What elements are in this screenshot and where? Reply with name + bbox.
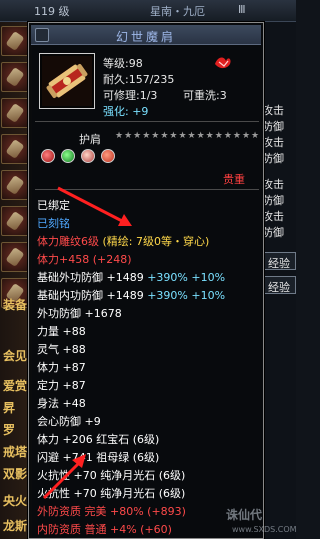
item-repairable: 可修理:1/3	[103, 89, 158, 102]
equip-slot-icon[interactable]	[1, 242, 29, 272]
sidebar-label: 罗	[3, 423, 16, 437]
equip-slot-icon[interactable]	[1, 134, 29, 164]
equip-slot-icon[interactable]	[1, 26, 29, 56]
equip-slot-icon[interactable]	[1, 206, 29, 236]
stat-base: 体力+458	[37, 253, 90, 266]
sidebar-label: 双影	[3, 467, 28, 481]
shoulder-pad-icon	[42, 56, 92, 106]
stat-line: 外功防御 +1678	[37, 307, 122, 320]
rarity-label: 贵重	[223, 173, 245, 186]
stat-label: 攻击	[262, 104, 284, 117]
divider	[35, 121, 259, 122]
gem-source: 祖母绿 (6级)	[96, 451, 160, 464]
socket-gem-moonstone-icon	[101, 149, 115, 163]
aptitude-value: 普通 +4% (+60)	[84, 523, 172, 536]
item-durability: 耐久:157/235	[103, 73, 175, 86]
seal-name: 体力雕纹6级	[37, 235, 99, 248]
seal-detail: (精绘: 7级0等・穿心)	[102, 235, 210, 248]
sidebar-label: 装备	[3, 298, 28, 312]
equip-slot-icon[interactable]	[1, 170, 29, 200]
stat-label: 攻击	[262, 136, 284, 149]
stat-extra: +390% +10%	[147, 271, 226, 284]
gem-source: 红宝石 (6级)	[96, 433, 160, 446]
stat-line: 火抗性 +70 纯净月光石 (6级)	[37, 467, 185, 483]
stat-line: 闪避 +741 祖母绿 (6级)	[37, 449, 159, 465]
socket-gem-green-icon	[61, 149, 75, 163]
stat-line: 会心防御 +9	[37, 415, 101, 428]
gem-source: 纯净月光石 (6级)	[100, 487, 186, 500]
game-top-bar: 119 级 星南・九厄 Ⅲ	[0, 0, 296, 22]
stat-label: 防御	[262, 120, 284, 133]
stat-line: 火抗性 +70 纯净月光石 (6级)	[37, 485, 185, 501]
gem-source: 纯净月光石 (6级)	[100, 469, 186, 482]
stat-label: 防御	[262, 226, 284, 239]
bound-status: 已绑定	[37, 199, 70, 212]
aptitude-label: 内防资质	[37, 523, 81, 536]
exp-box[interactable]: 经验	[264, 276, 296, 294]
sidebar-label: 爱赏	[3, 379, 28, 393]
socket-gem-moonstone-icon	[81, 149, 95, 163]
stat-base: 体力 +206	[37, 433, 93, 446]
location-text: 星南・九厄	[150, 5, 205, 18]
stat-label: 攻击	[262, 178, 284, 191]
stat-label: 防御	[262, 152, 284, 165]
strengthen-label: 强化:	[103, 105, 129, 118]
sidebar-label: 戒塔	[3, 445, 28, 459]
item-tooltip: 幻世魔肩 等级:98 耐久:157/235 可修理:1/3 可重洗:3 强化: …	[28, 22, 264, 539]
player-level-text: 119 级	[34, 5, 70, 18]
item-slot-type: 护肩	[79, 133, 101, 146]
aptitude-value: 完美 +80% (+893)	[84, 505, 186, 518]
sidebar-label: 央火	[3, 494, 28, 508]
stat-line: 力量 +88	[37, 325, 86, 338]
item-strengthen: 强化: +9	[103, 103, 148, 119]
stat-line: 灵气 +88	[37, 343, 86, 356]
item-icon	[39, 53, 95, 109]
stat-line: 基础内功防御 +1489 +390% +10%	[37, 287, 225, 303]
seal-line: 体力雕纹6级 (精绘: 7级0等・穿心)	[37, 233, 209, 249]
socket-gem-red-icon	[41, 149, 55, 163]
stat-base: 火抗性 +70	[37, 469, 97, 482]
stat-line: 基础外功防御 +1489 +390% +10%	[37, 269, 225, 285]
stat-line: 定力 +87	[37, 379, 86, 392]
top-right-text: Ⅲ	[238, 3, 246, 16]
item-level: 等级:98	[103, 57, 143, 70]
stat-extra: +390% +10%	[147, 289, 226, 302]
equip-slot-icon[interactable]	[1, 62, 29, 92]
divider	[35, 189, 259, 190]
stat-label: 防御	[262, 194, 284, 207]
aptitude-label: 外防资质	[37, 505, 81, 518]
engraved-status: 已刻铭	[37, 217, 70, 230]
site-watermark-url: www.SXDS.COM	[232, 525, 297, 534]
exp-box[interactable]: 经验	[264, 252, 296, 270]
stat-line: 体力+458 (+248)	[37, 251, 132, 267]
equip-slot-icon[interactable]	[1, 98, 29, 128]
stat-base: 基础外功防御 +1489	[37, 271, 144, 284]
tooltip-header: 幻世魔肩	[31, 25, 261, 45]
refine-stars: ★★★★★★★★★★★★★★★★	[115, 131, 261, 141]
site-watermark: 诛仙代	[226, 508, 263, 522]
sidebar-label: 昇	[3, 401, 16, 415]
stat-base: 闪避 +741	[37, 451, 93, 464]
stat-line: 外防资质 完美 +80% (+893)	[37, 503, 186, 519]
exp-label: 经验	[268, 257, 290, 270]
stat-line: 体力 +87	[37, 361, 86, 374]
sidebar-label: 龙斯	[3, 519, 28, 533]
red-seal-icon	[215, 57, 231, 69]
stat-label: 攻击	[262, 210, 284, 223]
stat-base: 火抗性 +70	[37, 487, 97, 500]
stat-line: 身法 +48	[37, 397, 86, 410]
strengthen-value: +9	[132, 105, 149, 118]
stat-base: 基础内功防御 +1489	[37, 289, 144, 302]
stat-line: 体力 +206 红宝石 (6级)	[37, 431, 159, 447]
exp-label: 经验	[268, 281, 290, 294]
stat-extra: (+248)	[92, 253, 132, 266]
item-rewash: 可重洗:3	[183, 89, 227, 102]
stat-line: 内防资质 普通 +4% (+60)	[37, 521, 172, 537]
item-name: 幻世魔肩	[115, 30, 176, 44]
sidebar-label: 会见	[3, 349, 28, 363]
